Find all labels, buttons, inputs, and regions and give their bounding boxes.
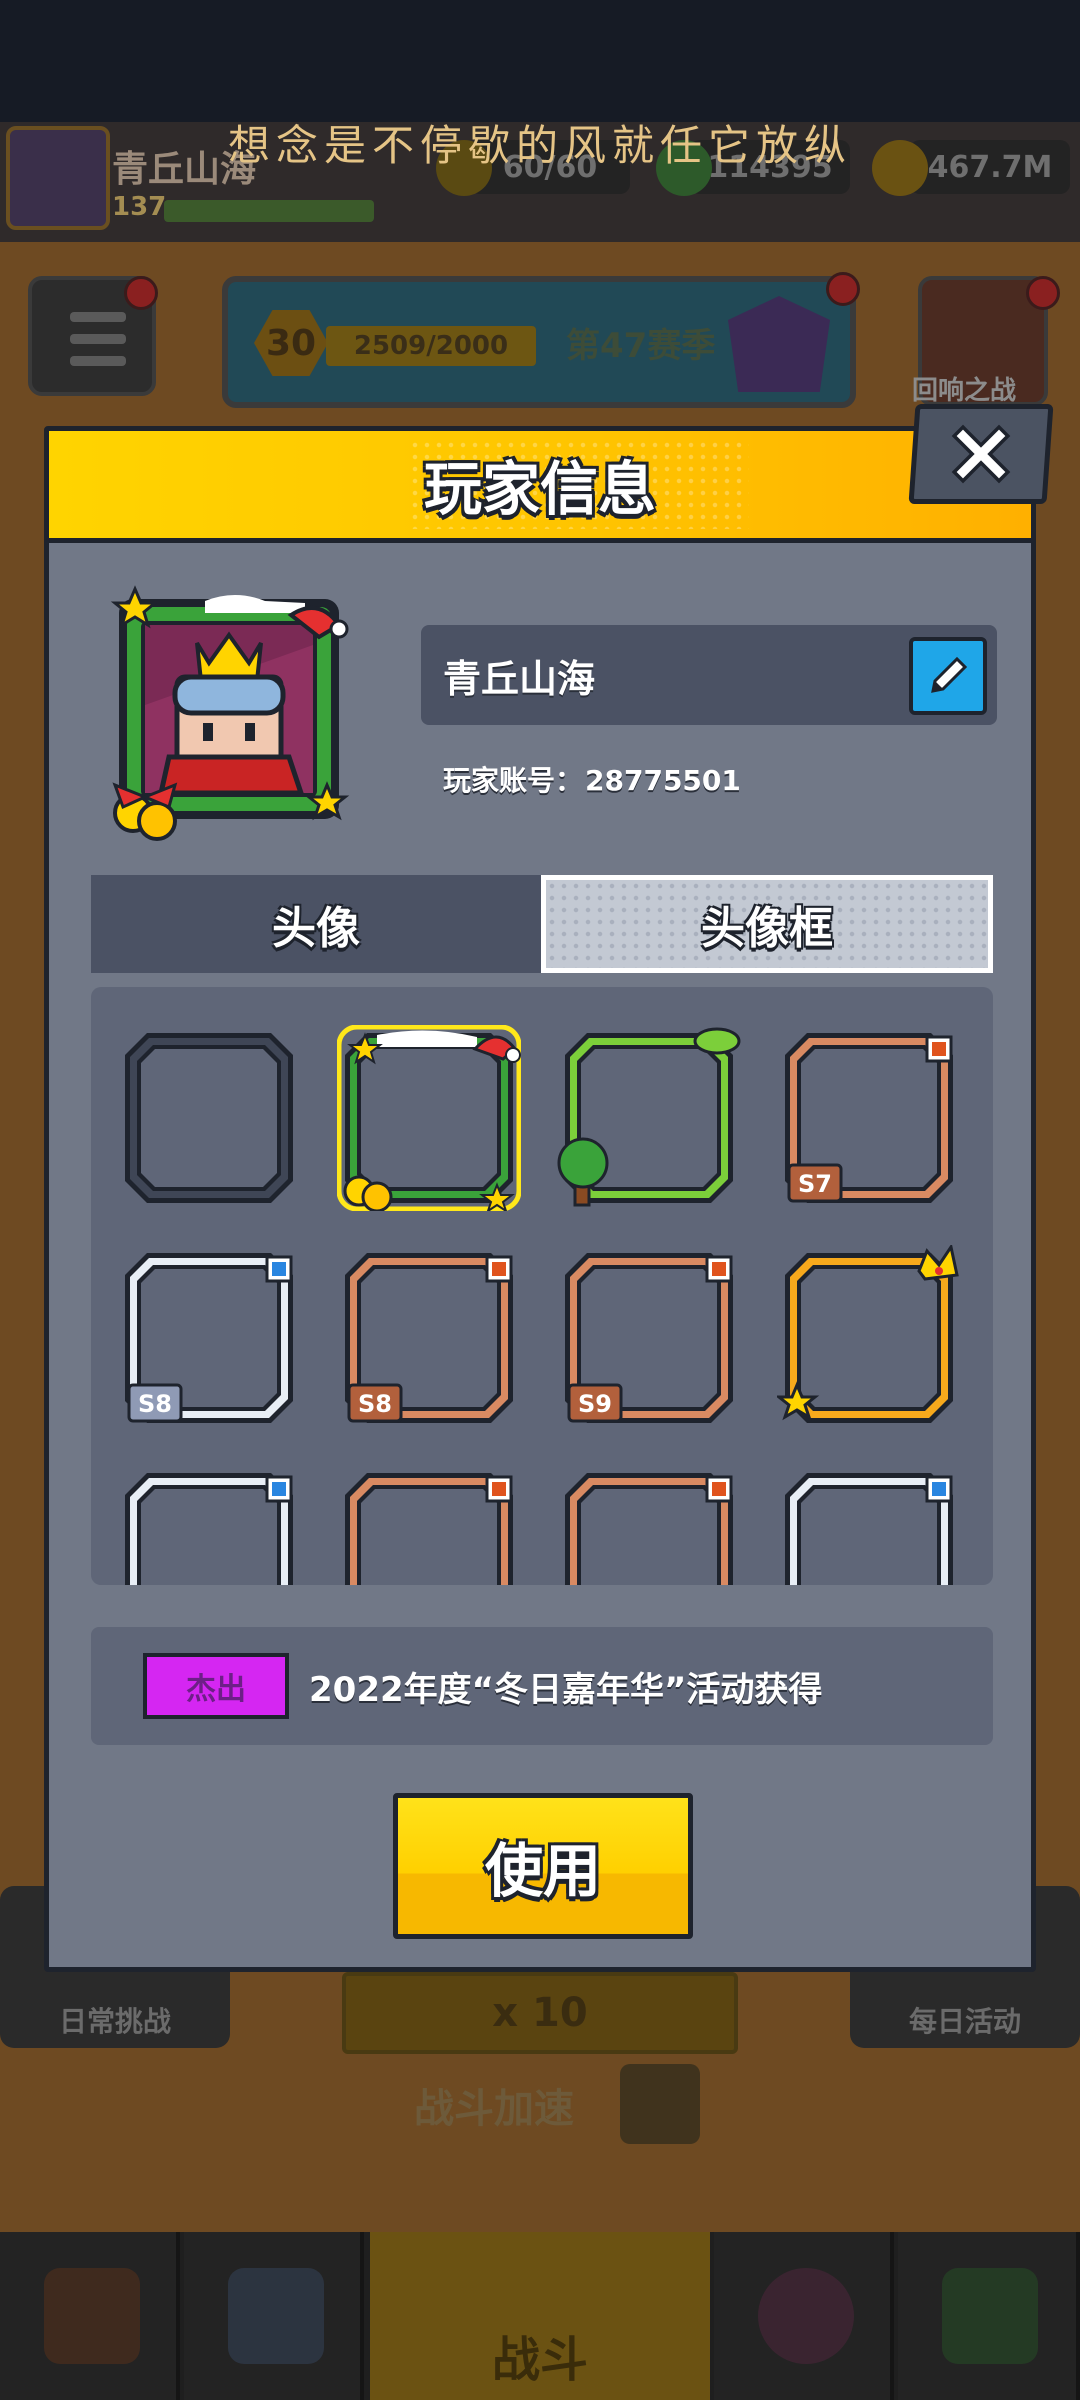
talent-ball-icon (758, 2268, 854, 2364)
tab-avatar[interactable]: 头像 (91, 875, 541, 973)
account-row: 玩家账号：28775501 (441, 759, 741, 799)
account-label: 玩家账号： (443, 764, 584, 797)
frame-option-bronze[interactable]: S7 (777, 1025, 961, 1211)
profile-avatar (105, 585, 353, 843)
close-button[interactable] (908, 404, 1054, 504)
frame-option-empty[interactable] (117, 1025, 301, 1211)
pencil-icon (931, 656, 968, 693)
frame-grid: S7 S8 S8 S9 (91, 987, 993, 1585)
nav-equipment[interactable] (184, 2232, 364, 2400)
armor-icon (228, 2268, 324, 2364)
modal-header: 玩家信息 (49, 431, 1031, 543)
frame-option-silver[interactable] (777, 1465, 961, 1585)
modal-title: 玩家信息 (423, 455, 656, 523)
nav-talents[interactable] (714, 2232, 894, 2400)
echo-notification-badge (1026, 276, 1060, 310)
status-strip (0, 0, 1080, 122)
frame-option-silver[interactable]: S8 (117, 1245, 301, 1431)
battle-speed-label: 战斗加速 (414, 2086, 574, 2132)
frame-option-christmas[interactable] (337, 1025, 521, 1211)
edit-name-button[interactable] (909, 637, 987, 715)
video-caption: 想念是不停歇的风就任它放纵 (227, 121, 852, 170)
player-info-modal: 玩家信息 青丘山海 玩家账号：28775501 头像 头像框 S7 S8 S8 … (44, 426, 1036, 1972)
close-icon (951, 424, 1011, 484)
shop-icon (44, 2268, 140, 2364)
frame-option-bronze[interactable] (557, 1465, 741, 1585)
nav-shop[interactable] (0, 2232, 180, 2400)
xp-bar (164, 200, 374, 222)
frame-info-box: 杰出 2022年度“冬日嘉年华”活动获得 (91, 1627, 993, 1745)
tab-avatar-frame[interactable]: 头像框 (541, 875, 993, 973)
dna-icon (942, 2268, 1038, 2364)
speed-multiplier[interactable]: x 10 (342, 1972, 738, 2054)
svg-text:S8: S8 (138, 1390, 172, 1418)
frame-option-forest[interactable] (557, 1025, 741, 1211)
player-level: 137 (112, 192, 167, 222)
echo-battle-label: 回响之战 (912, 376, 1017, 406)
season-progress-bar: 2509/2000 (326, 326, 536, 366)
svg-text:S8: S8 (358, 1390, 392, 1418)
battle-speed-toggle[interactable] (620, 2064, 700, 2144)
season-notification-badge (826, 272, 860, 306)
frame-option-bronze[interactable]: S9 (557, 1245, 741, 1431)
use-button[interactable]: 使用 (393, 1793, 693, 1939)
account-id: 28775501 (585, 764, 741, 797)
frame-option-bronze[interactable] (337, 1465, 521, 1585)
frame-option-bronze[interactable]: S8 (337, 1245, 521, 1431)
frame-option-gold-crown[interactable] (777, 1245, 961, 1431)
season-label: 第47赛季 (566, 326, 716, 366)
svg-text:S9: S9 (578, 1390, 612, 1418)
frame-option-silver[interactable] (117, 1465, 301, 1585)
frame-obtain-text: 2022年度“冬日嘉年华”活动获得 (309, 1669, 823, 1710)
player-name: 青丘山海 (443, 656, 596, 701)
svg-text:S7: S7 (798, 1170, 832, 1198)
nav-battle[interactable]: 战斗 (370, 2232, 710, 2400)
menu-notification-badge (124, 276, 158, 310)
nav-evolution[interactable] (898, 2232, 1080, 2400)
rarity-badge: 杰出 (143, 1653, 289, 1719)
